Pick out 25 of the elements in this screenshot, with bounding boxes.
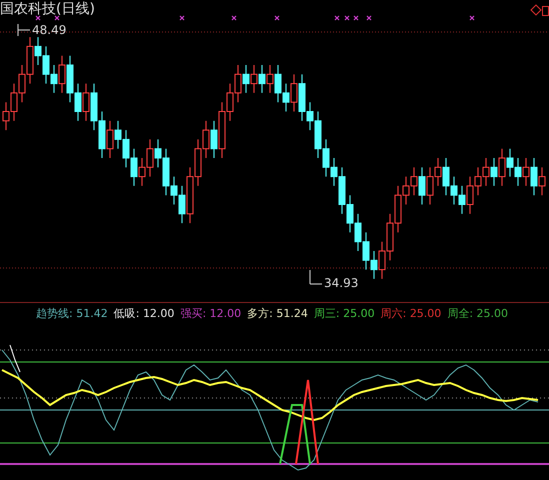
low-pointer-icon	[310, 270, 322, 284]
start-indicator-line	[10, 344, 20, 372]
legend-item: 周六: 25.00	[380, 308, 442, 318]
signal-cross-icon	[344, 15, 350, 21]
signal-cross-icon	[231, 15, 237, 21]
square-icon[interactable]	[542, 6, 549, 16]
legend-item: 强买: 12.00	[180, 308, 242, 318]
signal-cross-icon	[179, 15, 185, 21]
high-price-label: 48.49	[32, 24, 66, 36]
plateau-signal-line	[279, 404, 311, 464]
high-pointer-icon	[18, 24, 30, 36]
signal-cross-icon	[274, 15, 280, 21]
low-price-label: 34.93	[324, 277, 358, 289]
signal-cross-icon	[54, 15, 60, 21]
legend-item: 周全: 25.00	[447, 308, 508, 318]
legend-item: 周三: 25.00	[314, 308, 375, 318]
signal-cross-icon	[469, 15, 475, 21]
signal-cross-icon	[334, 15, 340, 21]
signal-cross-icon	[366, 15, 372, 21]
legend-item: 低吸: 12.00	[114, 308, 174, 318]
legend-item: 趋势线: 51.42	[36, 308, 108, 318]
legend-item: 多方: 51.24	[247, 308, 308, 318]
signal-cross-icon	[35, 15, 41, 21]
signal-cross-icon	[353, 15, 359, 21]
chart-title: 国农科技(日线)	[0, 2, 95, 16]
